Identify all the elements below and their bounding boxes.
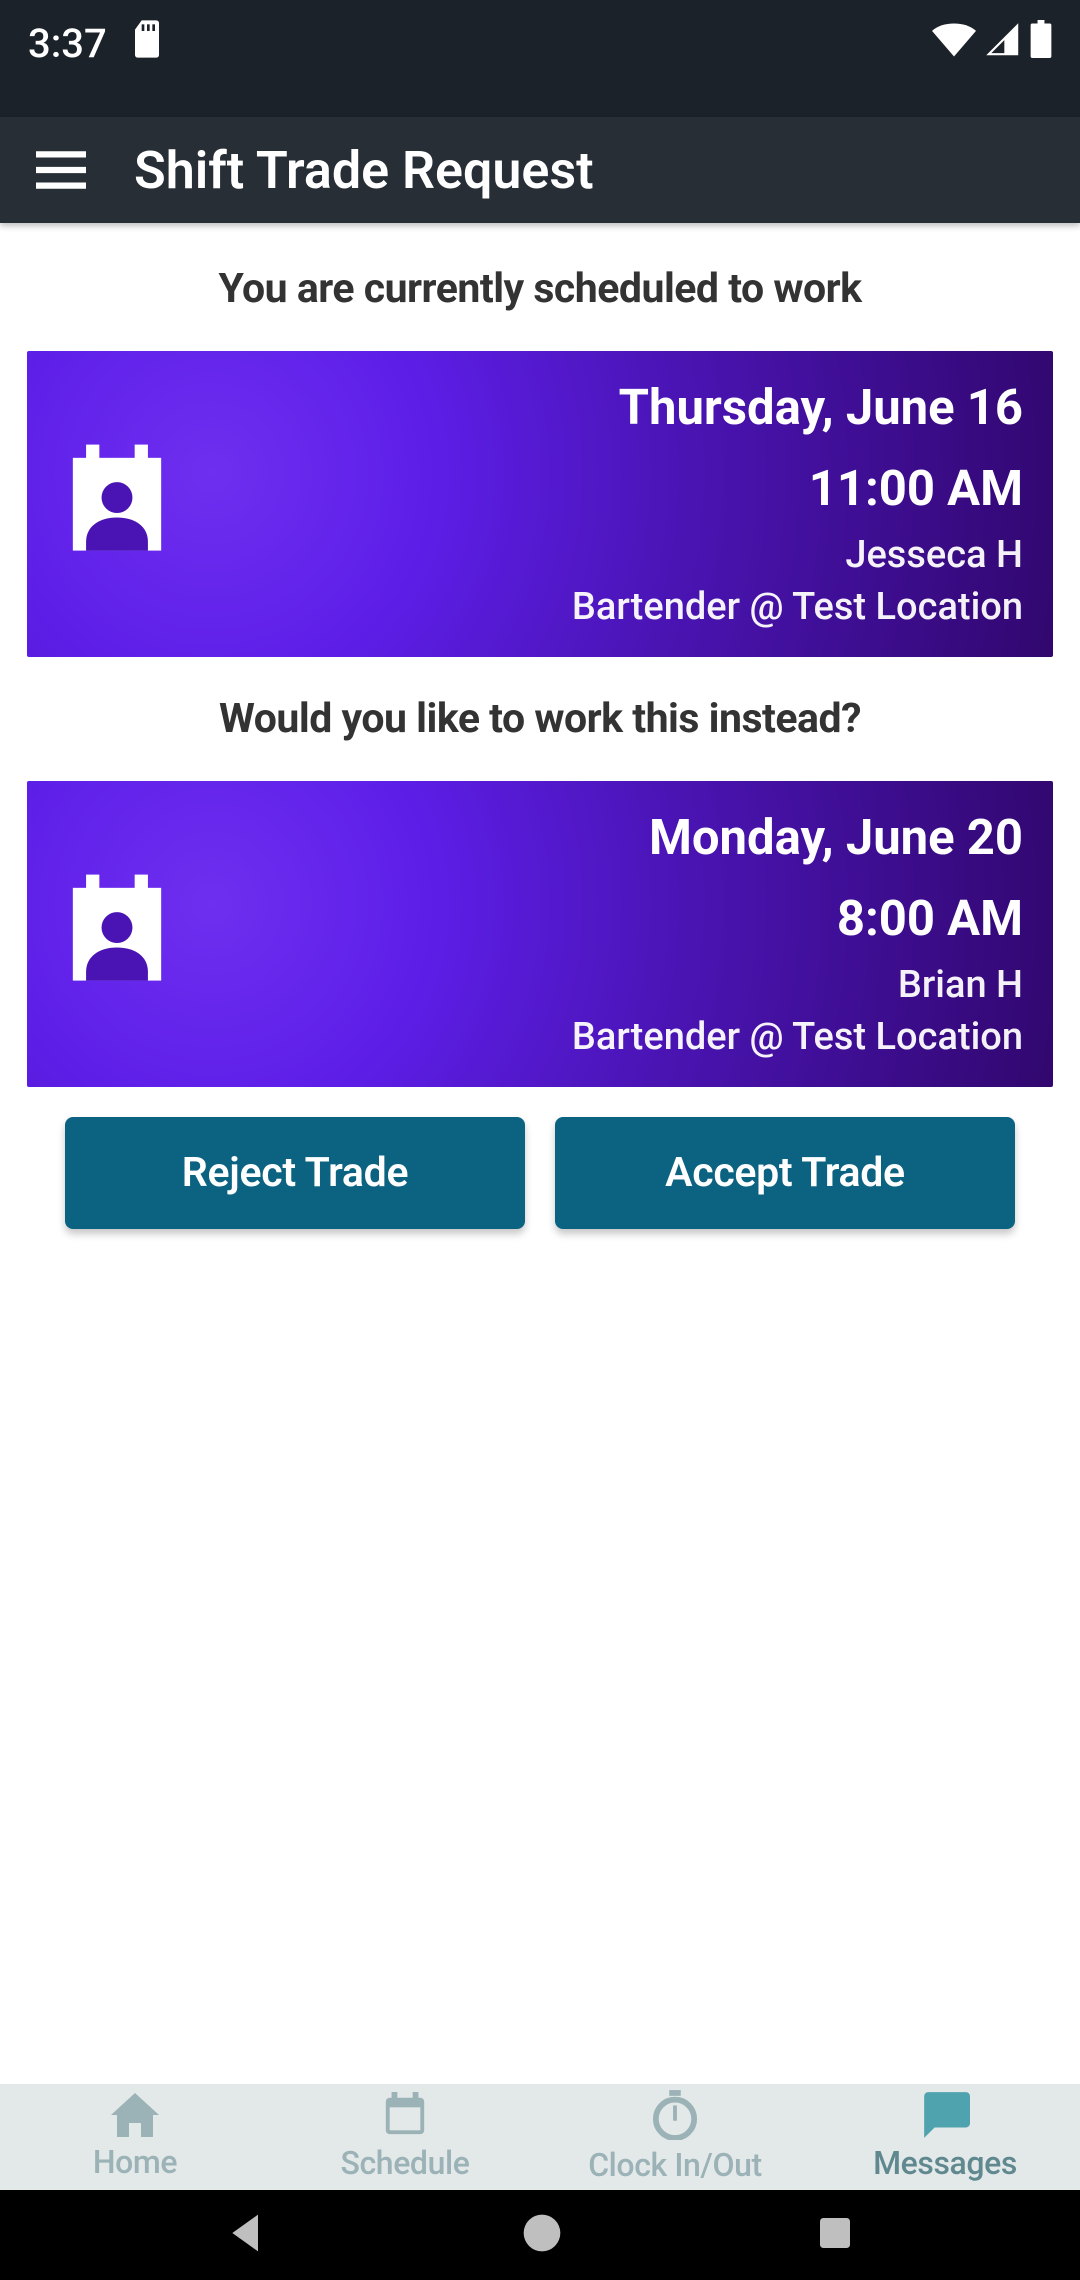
sd-card-icon xyxy=(131,20,163,68)
main-content: You are currently scheduled to work Thur… xyxy=(0,223,1080,2084)
tab-home[interactable]: Home xyxy=(0,2084,270,2190)
proposed-shift-heading: Would you like to work this instead? xyxy=(0,695,1080,743)
app-toolbar: Shift Trade Request xyxy=(0,117,1080,223)
tab-schedule[interactable]: Schedule xyxy=(270,2084,540,2190)
battery-icon xyxy=(1030,20,1052,68)
android-status-bar: 3:37 xyxy=(0,0,1080,117)
tab-messages-label: Messages xyxy=(873,2144,1017,2182)
stopwatch-icon xyxy=(652,2090,698,2144)
accept-trade-button[interactable]: Accept Trade xyxy=(555,1117,1015,1229)
wifi-icon xyxy=(932,20,976,67)
status-time: 3:37 xyxy=(28,20,107,67)
proposed-shift-time: 8:00 AM xyxy=(177,890,1023,947)
reject-trade-button[interactable]: Reject Trade xyxy=(65,1117,525,1229)
calendar-person-icon xyxy=(64,873,170,995)
current-shift-date: Thursday, June 16 xyxy=(177,379,1023,436)
message-icon xyxy=(920,2092,970,2142)
bottom-tab-bar: Home Schedule Clock In/Out Messages xyxy=(0,2084,1080,2190)
tab-schedule-label: Schedule xyxy=(341,2144,470,2182)
tab-messages[interactable]: Messages xyxy=(810,2084,1080,2190)
nav-home-icon[interactable] xyxy=(520,2211,564,2259)
tab-clock-in-out[interactable]: Clock In/Out xyxy=(540,2084,810,2190)
cell-signal-icon xyxy=(986,20,1020,67)
proposed-shift-date: Monday, June 20 xyxy=(177,809,1023,866)
proposed-shift-role: Bartender @ Test Location xyxy=(177,1015,1023,1059)
proposed-shift-card[interactable]: Monday, June 20 8:00 AM Brian H Bartende… xyxy=(27,781,1053,1087)
calendar-icon xyxy=(382,2092,428,2142)
calendar-person-icon xyxy=(64,443,170,565)
current-shift-role: Bartender @ Test Location xyxy=(177,585,1023,629)
page-title: Shift Trade Request xyxy=(134,140,594,201)
current-shift-card[interactable]: Thursday, June 16 11:00 AM Jesseca H Bar… xyxy=(27,351,1053,657)
proposed-shift-person: Brian H xyxy=(177,963,1023,1007)
current-shift-time: 11:00 AM xyxy=(177,460,1023,517)
hamburger-menu-icon[interactable] xyxy=(32,141,90,199)
nav-recent-icon[interactable] xyxy=(815,2213,855,2257)
nav-back-icon[interactable] xyxy=(225,2211,269,2259)
android-nav-bar xyxy=(0,2190,1080,2280)
current-shift-person: Jesseca H xyxy=(177,533,1023,577)
tab-clock-label: Clock In/Out xyxy=(588,2146,762,2184)
tab-home-label: Home xyxy=(93,2143,177,2181)
home-icon xyxy=(110,2093,160,2141)
current-shift-heading: You are currently scheduled to work xyxy=(0,265,1080,313)
